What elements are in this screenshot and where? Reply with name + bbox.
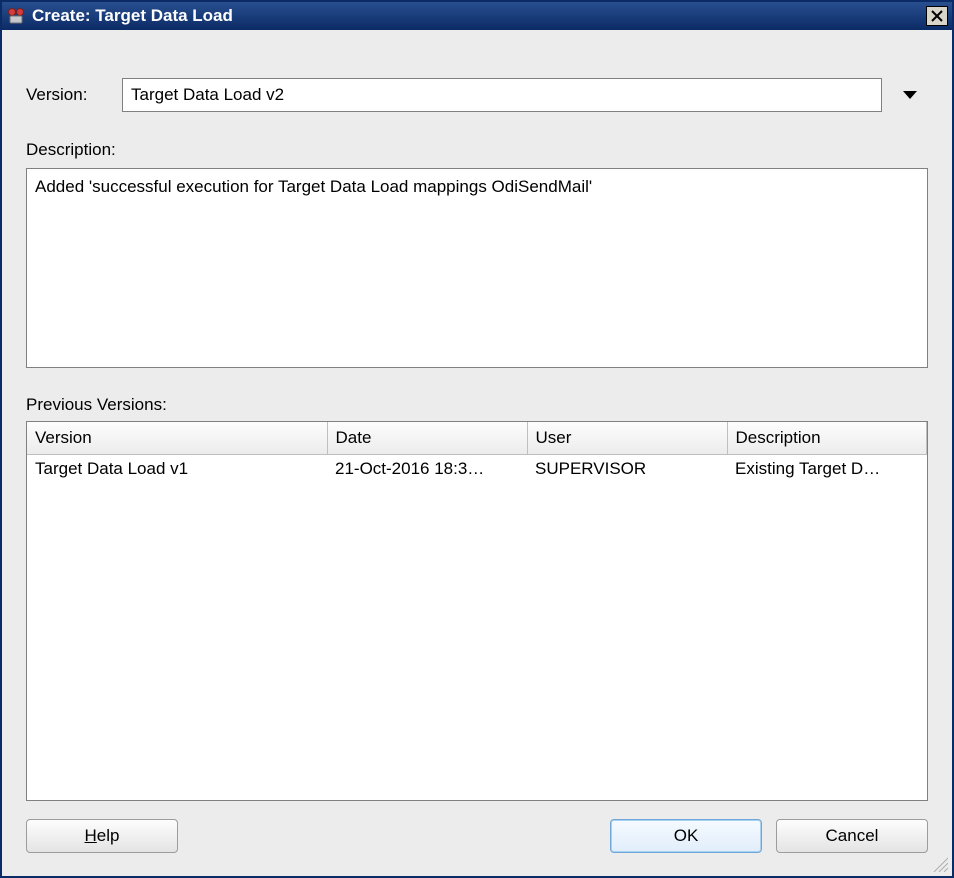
button-bar: Help OK Cancel — [26, 816, 928, 856]
title-bar: Create: Target Data Load — [2, 2, 952, 30]
cancel-button[interactable]: Cancel — [776, 819, 928, 853]
resize-grip[interactable] — [930, 854, 948, 872]
col-header-user[interactable]: User — [527, 422, 727, 455]
chevron-down-icon — [902, 90, 918, 100]
col-header-description[interactable]: Description — [727, 422, 927, 455]
col-header-version[interactable]: Version — [27, 422, 327, 455]
close-button[interactable] — [926, 6, 948, 26]
help-button[interactable]: Help — [26, 819, 178, 853]
col-header-date[interactable]: Date — [327, 422, 527, 455]
app-icon — [6, 6, 26, 26]
cell-date: 21-Oct-2016 18:3… — [327, 455, 527, 484]
table-header-row: Version Date User Description — [27, 422, 927, 455]
cell-version: Target Data Load v1 — [27, 455, 327, 484]
cell-description: Existing Target D… — [727, 455, 927, 484]
version-input[interactable] — [122, 78, 882, 112]
previous-versions-label: Previous Versions: — [26, 395, 928, 415]
description-textarea[interactable]: Added 'successful execution for Target D… — [26, 168, 928, 368]
help-button-label: H — [85, 826, 97, 845]
cell-user: SUPERVISOR — [527, 455, 727, 484]
ok-button[interactable]: OK — [610, 819, 762, 853]
description-label: Description: — [26, 140, 928, 160]
window-title: Create: Target Data Load — [32, 6, 926, 26]
close-icon — [931, 10, 943, 22]
version-row: Version: — [26, 78, 928, 112]
dialog-window: Create: Target Data Load Version: Descri… — [0, 0, 954, 878]
table-row[interactable]: Target Data Load v1 21-Oct-2016 18:3… SU… — [27, 455, 927, 484]
previous-versions-table[interactable]: Version Date User Description Target Dat… — [26, 421, 928, 801]
version-label: Version: — [26, 85, 112, 105]
version-dropdown-button[interactable] — [892, 90, 928, 100]
form-area: Version: Description: Added 'successful … — [4, 32, 950, 801]
dialog-client-area: Version: Description: Added 'successful … — [4, 32, 950, 874]
